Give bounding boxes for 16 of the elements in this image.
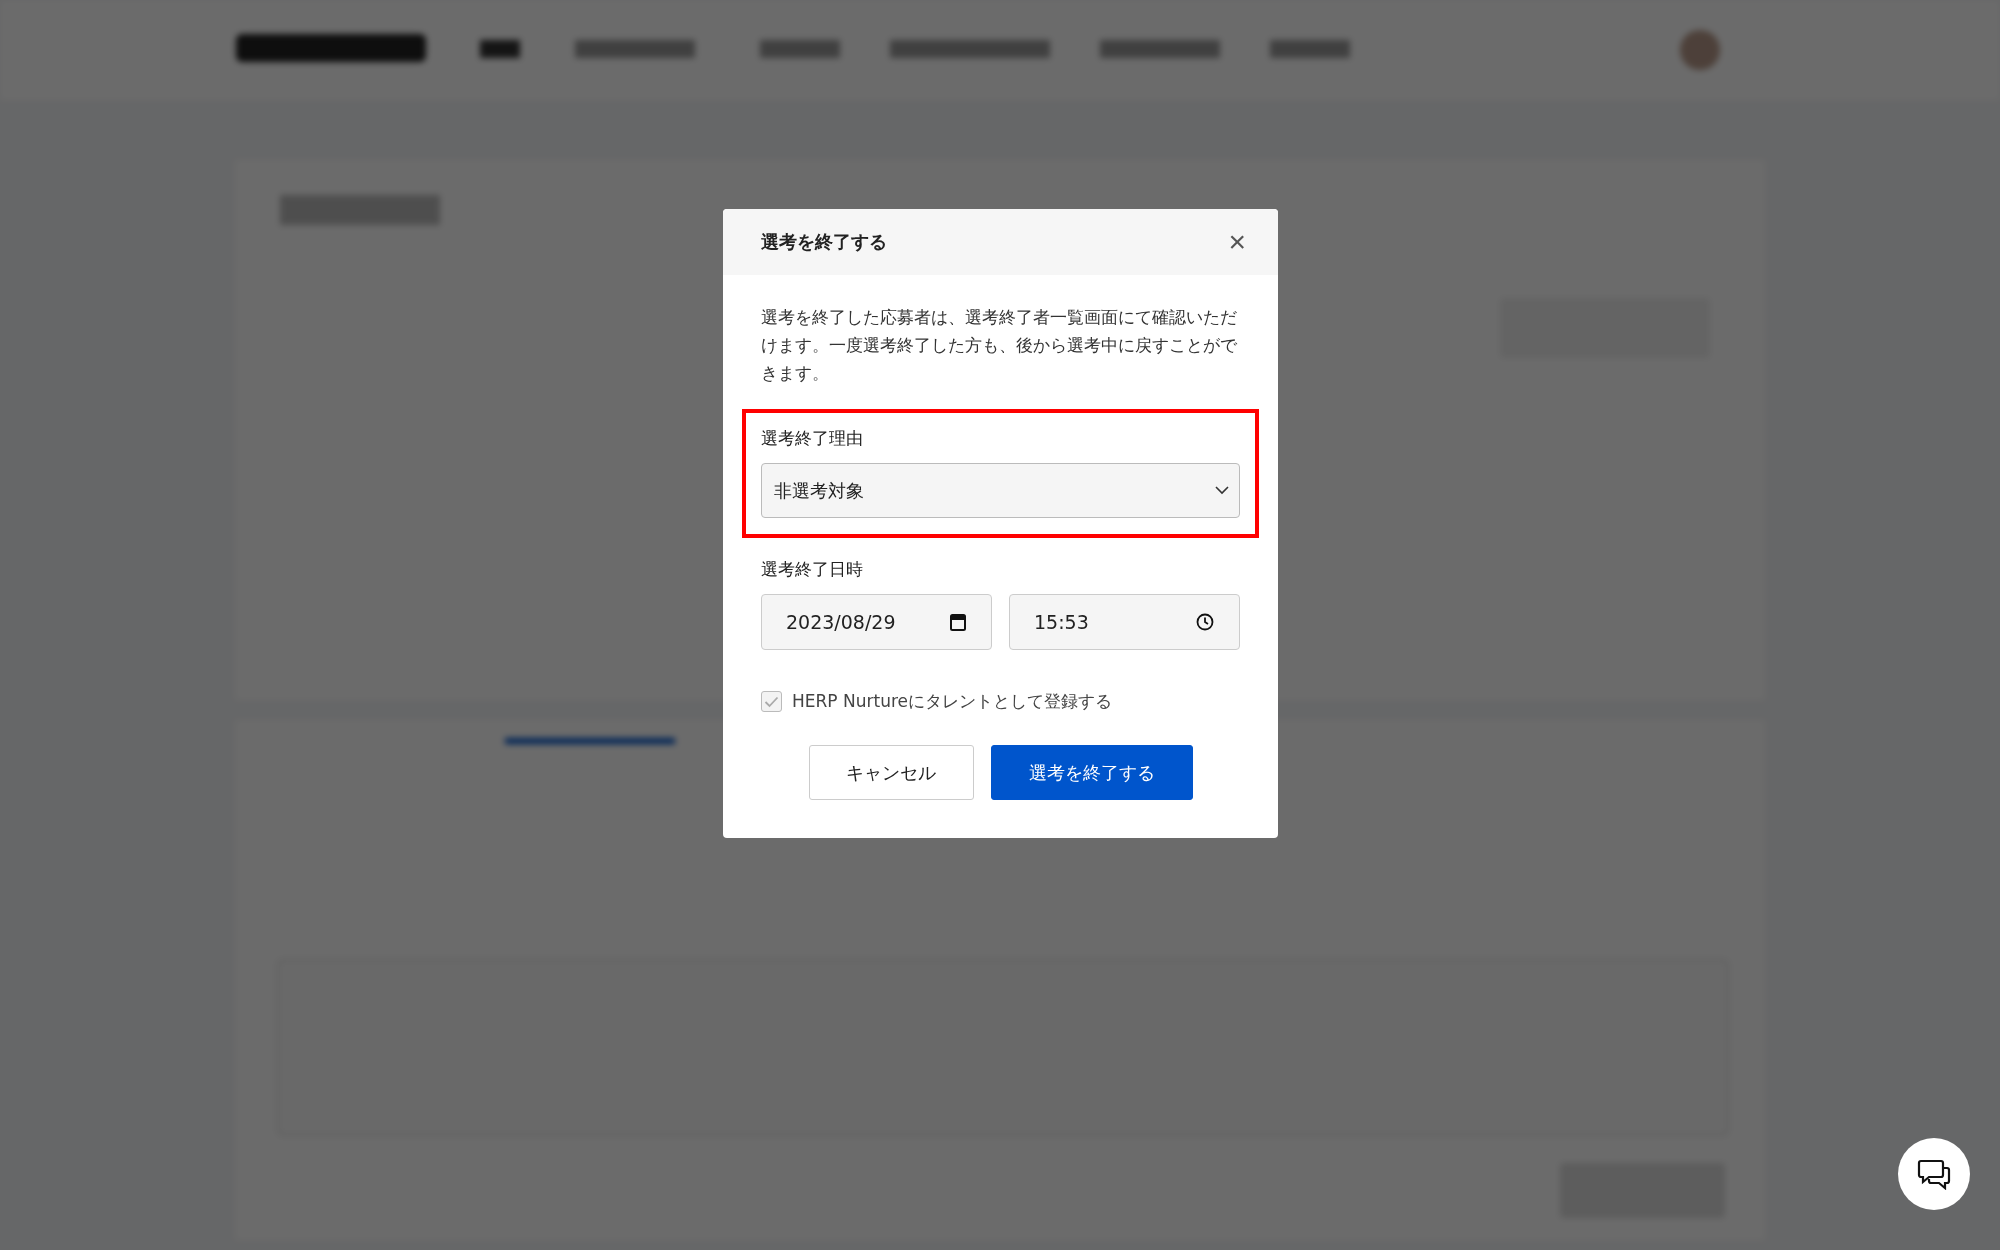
date-field[interactable]: 2023/08/29 <box>761 594 992 650</box>
dialog-title: 選考を終了する <box>761 230 887 254</box>
reason-dropdown[interactable]: 非選考対象 <box>761 463 1240 518</box>
close-button[interactable]: × <box>1224 227 1250 257</box>
time-field[interactable]: 15:53 <box>1009 594 1240 650</box>
checkbox-label: HERP Nurtureにタレントとして登録する <box>792 690 1112 713</box>
description-text: 選考を終了した応募者は、選考終了者一覧画面にて確認いただけます。一度選考終了した方も、後から選考中に戻すことができます。 <box>761 306 1238 385</box>
calendar-icon <box>950 613 966 631</box>
field-label: 選考終了理由 <box>761 427 864 450</box>
chevron-down-icon <box>1215 486 1229 495</box>
field-label: 選考終了日時 <box>761 558 864 581</box>
checkmark-icon <box>764 695 779 708</box>
chat-bubbles-icon <box>1917 1158 1951 1190</box>
clock-icon <box>1196 613 1214 631</box>
end-selection-button[interactable]: 選考を終了する <box>990 745 1193 800</box>
cancel-button[interactable]: キャンセル <box>808 745 974 800</box>
